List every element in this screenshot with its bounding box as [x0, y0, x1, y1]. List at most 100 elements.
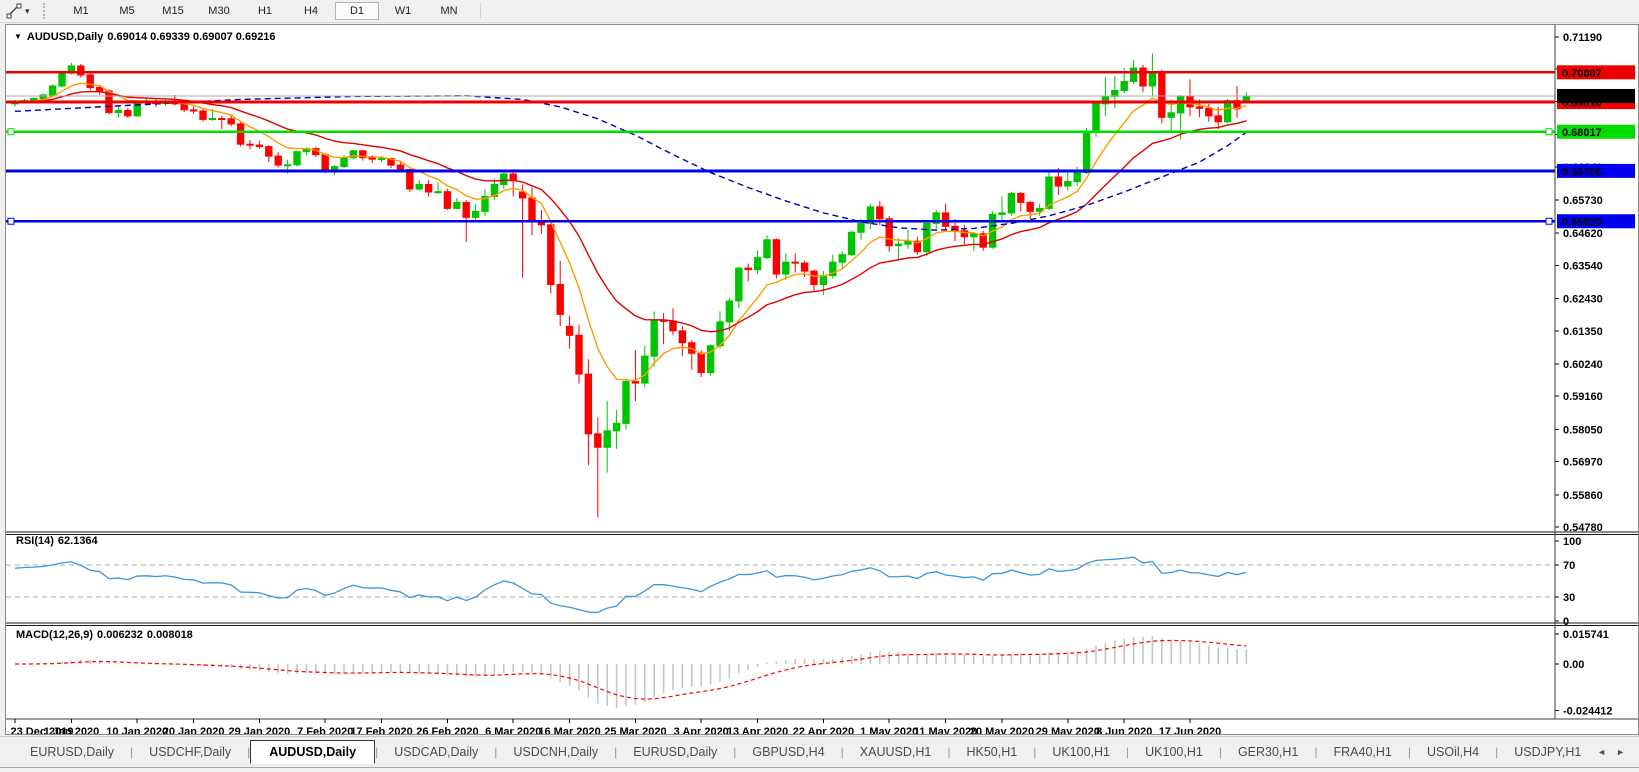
svg-text:0.64620: 0.64620: [1563, 228, 1603, 240]
timeframe-button-m1[interactable]: M1: [59, 2, 103, 20]
candle: [697, 352, 705, 374]
pane-dividers[interactable]: [6, 25, 1638, 720]
tab-uk100-h1[interactable]: UK100,H1: [1129, 741, 1219, 763]
timeframe-button-d1[interactable]: D1: [335, 2, 379, 20]
tab-usdcad-daily[interactable]: USDCAD,Daily: [378, 741, 494, 763]
macd-signal-line: [14, 639, 1247, 700]
candle: [678, 330, 687, 344]
candle: [575, 334, 583, 375]
tab-uk100-h1[interactable]: UK100,H1: [1036, 741, 1126, 763]
collapse-icon[interactable]: ▼: [14, 32, 22, 41]
ma-fast-orange: [14, 82, 1247, 382]
tab-scroll-right-icon[interactable]: ►: [1616, 747, 1625, 757]
chart-tabs: EURUSD,Daily | USDCHF,Daily | AUDUSD,Daily | U…: [0, 737, 1583, 767]
macd-histogram: [23, 636, 1248, 708]
svg-text:0.015741: 0.015741: [1563, 629, 1609, 641]
timeframe-button-mn[interactable]: MN: [427, 2, 471, 20]
tab-scroll-left-icon[interactable]: ◄: [1597, 747, 1606, 757]
toolbar-separator: [480, 3, 481, 19]
svg-text:0.62430: 0.62430: [1563, 294, 1603, 306]
tab-gbpusd-h4[interactable]: GBPUSD,H4: [736, 741, 840, 763]
candle: [1176, 95, 1185, 114]
timeframe-button-m5[interactable]: M5: [105, 2, 149, 20]
candle: [1054, 176, 1063, 187]
candle: [894, 243, 903, 247]
candle: [744, 267, 752, 271]
chart-symbol-label: AUDUSD,Daily: [26, 31, 104, 43]
line-handle[interactable]: [1545, 217, 1553, 225]
tab-ger30-h1[interactable]: GER30,H1: [1222, 741, 1314, 763]
candle: [443, 191, 452, 209]
dropdown-caret-icon[interactable]: ▾: [25, 6, 37, 17]
candle: [1129, 67, 1138, 82]
candle: [406, 169, 414, 190]
svg-text:17 Jun 2020: 17 Jun 2020: [1159, 726, 1221, 734]
timeframe-buttons: M1 M5 M15 M30 H1 H4 D1 W1 MN: [58, 2, 472, 20]
macd-signal-value: 0.008018: [146, 629, 193, 641]
chart-canvas[interactable]: 0.711900.701100.690300.679200.668400.657…: [6, 25, 1638, 734]
tab-usdcnh-daily[interactable]: USDCNH,Daily: [497, 741, 614, 763]
svg-text:0.65730: 0.65730: [1563, 195, 1603, 207]
tab-usoil-h4[interactable]: USOil,H4: [1411, 741, 1495, 763]
svg-text:1 Jan 2020: 1 Jan 2020: [44, 726, 100, 734]
toolbar-grip: [43, 3, 50, 19]
candle: [283, 164, 292, 167]
candle: [838, 254, 846, 263]
tab-usdjpy-h1[interactable]: USDJPY,H1: [1498, 741, 1583, 763]
tab-xauusd-h1[interactable]: XAUUSD,H1: [844, 741, 948, 763]
tab-eurusd-daily[interactable]: EURUSD,Daily: [617, 741, 733, 763]
candle: [1120, 80, 1128, 91]
tab-eurusd-daily[interactable]: EURUSD,Daily: [14, 741, 130, 763]
timeframe-button-w1[interactable]: W1: [381, 2, 425, 20]
timeframe-button-h1[interactable]: H1: [243, 2, 287, 20]
candle: [565, 325, 574, 336]
rsi-label: RSI(14) 62.1364: [16, 535, 102, 547]
candle: [810, 270, 818, 286]
candle: [1073, 172, 1081, 183]
tab-usdchf-daily[interactable]: USDCHF,Daily: [133, 741, 247, 763]
svg-text:0.70007: 0.70007: [1562, 68, 1602, 80]
candle: [819, 275, 828, 286]
line-studies-icon[interactable]: [3, 2, 25, 20]
svg-text:13 Apr 2020: 13 Apr 2020: [727, 726, 788, 734]
svg-text:3 Apr 2020: 3 Apr 2020: [674, 726, 729, 734]
svg-text:8 Jun 2020: 8 Jun 2020: [1096, 726, 1152, 734]
tab-fra40-h1[interactable]: FRA40,H1: [1318, 741, 1408, 763]
line-handle[interactable]: [7, 128, 15, 136]
svg-text:6 Mar 2020: 6 Mar 2020: [485, 726, 541, 734]
candle: [641, 355, 649, 384]
candle: [453, 201, 461, 209]
svg-text:1 May 2020: 1 May 2020: [860, 726, 918, 734]
level-price-badge: 0.65020: [1557, 214, 1635, 229]
candle: [500, 173, 508, 186]
svg-text:0.69216: 0.69216: [1562, 91, 1602, 103]
chart-tabs-bar: EURUSD,Daily | USDCHF,Daily | AUDUSD,Daily | U…: [0, 736, 1639, 768]
candle: [1007, 192, 1016, 214]
candle: [396, 164, 405, 171]
candle: [1167, 112, 1175, 118]
candle: [95, 86, 104, 92]
level-line-0.65020[interactable]: [6, 217, 1555, 225]
candle: [847, 231, 856, 256]
tab-hk50-h1[interactable]: HK50,H1: [950, 741, 1033, 763]
timeframe-button-m30[interactable]: M30: [197, 2, 241, 20]
candle: [885, 218, 893, 247]
chart-header: ▼ AUDUSD,Daily 0.69014 0.69339 0.69007 0.6…: [14, 31, 280, 43]
tab-scroll-nav: ◄ ►: [1583, 747, 1639, 757]
svg-text:7 Feb 2020: 7 Feb 2020: [297, 726, 353, 734]
candle: [462, 201, 470, 218]
svg-text:0.60240: 0.60240: [1563, 359, 1603, 371]
candle: [735, 267, 743, 302]
svg-text:26 Feb 2020: 26 Feb 2020: [416, 726, 478, 734]
candle: [547, 224, 555, 286]
timeframe-button-m15[interactable]: M15: [151, 2, 195, 20]
tab-audusd-daily[interactable]: AUDUSD,Daily: [250, 740, 376, 764]
candle: [114, 109, 123, 114]
candle: [941, 212, 950, 227]
candle: [189, 109, 198, 112]
svg-text:29 May 2020: 29 May 2020: [1036, 726, 1100, 734]
timeframe-button-h4[interactable]: H4: [289, 2, 333, 20]
line-handle[interactable]: [7, 217, 15, 225]
candle: [1139, 67, 1147, 87]
line-handle[interactable]: [1545, 128, 1553, 136]
